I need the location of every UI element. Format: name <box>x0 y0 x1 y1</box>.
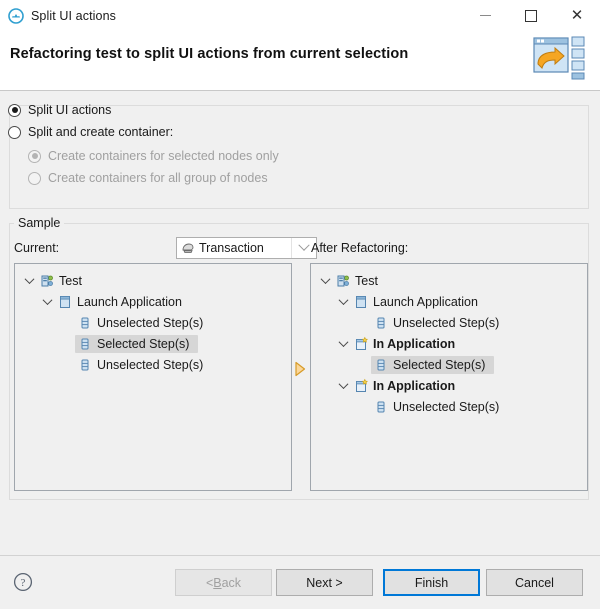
tree-node-label: Selected Step(s) <box>97 336 190 351</box>
tree-node[interactable]: Selected Step(s) <box>15 333 291 354</box>
radio-indicator-split-and-create-container <box>8 125 21 139</box>
chevron-down-icon[interactable] <box>39 294 55 310</box>
tree-node-label: Unselected Step(s) <box>97 357 204 372</box>
tree-node-label: Unselected Step(s) <box>97 315 204 330</box>
current-tree-panel[interactable]: Test Launch Application Unselected Step(s)… <box>14 263 292 491</box>
window-title: Split UI actions <box>31 8 116 23</box>
window-controls: ✕ <box>462 0 600 31</box>
tree-node-content: Unselected Step(s) <box>371 314 508 332</box>
new-application-icon <box>353 378 369 394</box>
tree-node[interactable]: Test <box>15 270 291 291</box>
application-icon <box>57 294 73 310</box>
tree-node[interactable]: Test <box>311 270 587 291</box>
chevron-down-icon[interactable] <box>317 273 333 289</box>
tree-node-label: In Application <box>373 378 456 393</box>
tree-node-label: In Application <box>373 336 456 351</box>
radio-label-split-and-create-container: Split and create container: <box>28 125 174 139</box>
test-icon <box>335 273 351 289</box>
dialog-body: Split UI actions Split and create contai… <box>0 91 600 556</box>
cancel-button[interactable]: Cancel <box>486 569 583 596</box>
next-button[interactable]: Next > <box>276 569 373 596</box>
chevron-down-icon[interactable] <box>335 378 351 394</box>
step-icon <box>373 315 389 331</box>
refactoring-wizard-banner-icon <box>522 28 590 90</box>
radio-indicator-all-group-of-nodes <box>28 171 41 185</box>
tree-node-content: Unselected Step(s) <box>371 398 508 416</box>
tree-node-content: Unselected Step(s) <box>75 314 212 332</box>
tree-node-content: Selected Step(s) <box>371 355 495 374</box>
radio-all-group-of-nodes[interactable]: Create containers for all group of nodes <box>28 171 268 185</box>
tree-node[interactable]: Launch Application <box>311 291 587 312</box>
after-refactoring-tree-label: After Refactoring: <box>311 241 409 255</box>
tree-node[interactable]: In Application <box>311 375 587 396</box>
step-icon <box>373 399 389 415</box>
radio-indicator-selected-nodes-only <box>28 149 41 163</box>
tree-node-content: Test <box>37 272 91 290</box>
arrow-right-icon <box>294 361 306 377</box>
tree-node[interactable]: Selected Step(s) <box>311 354 587 375</box>
tree-node-label: Unselected Step(s) <box>393 399 500 414</box>
application-icon <box>353 294 369 310</box>
step-icon <box>373 357 389 373</box>
radio-split-ui-actions[interactable]: Split UI actions <box>8 103 111 117</box>
radio-label-selected-nodes-only: Create containers for selected nodes onl… <box>48 149 279 163</box>
step-icon <box>77 315 93 331</box>
page-title: Refactoring test to split UI actions fro… <box>10 46 409 62</box>
chevron-down-icon[interactable] <box>335 294 351 310</box>
tree-node-content: In Application <box>351 377 464 395</box>
tree-node-label: Selected Step(s) <box>393 357 486 372</box>
split-ui-actions-icon <box>8 7 24 24</box>
test-icon <box>39 273 55 289</box>
title-bar: Split UI actions ✕ <box>0 0 600 31</box>
tree-node[interactable]: In Application <box>311 333 587 354</box>
minimize-icon[interactable] <box>462 0 508 31</box>
tree-node-label: Launch Application <box>77 294 182 309</box>
tree-node-content: Launch Application <box>55 293 191 311</box>
sample-group-legend: Sample <box>14 216 65 230</box>
finish-button[interactable]: Finish <box>383 569 480 596</box>
tree-node-label: Launch Application <box>373 294 478 309</box>
tree-node-content: Selected Step(s) <box>75 334 199 353</box>
tree-node-label: Unselected Step(s) <box>393 315 500 330</box>
svg-text:?: ? <box>21 577 26 589</box>
radio-selected-nodes-only[interactable]: Create containers for selected nodes onl… <box>28 149 279 163</box>
step-icon <box>77 357 93 373</box>
dialog-footer: ? < Back Next > Finish Cancel <box>0 555 600 609</box>
radio-split-and-create-container[interactable]: Split and create container: <box>8 125 173 139</box>
new-application-icon <box>353 336 369 352</box>
wizard-header: Refactoring test to split UI actions fro… <box>0 31 600 91</box>
after-refactoring-tree-list: Test Launch Application Unselected Step(s)… <box>311 264 587 417</box>
tree-node[interactable]: Unselected Step(s) <box>311 312 587 333</box>
back-button[interactable]: < Back <box>175 569 272 596</box>
tree-node-label: Test <box>59 273 82 288</box>
tree-node-content: In Application <box>351 335 464 353</box>
current-tree-label: Current: <box>14 241 60 255</box>
close-icon[interactable]: ✕ <box>554 0 600 31</box>
maximize-icon[interactable] <box>508 0 554 31</box>
tree-node-content: Launch Application <box>351 293 487 311</box>
tree-node[interactable]: Unselected Step(s) <box>311 396 587 417</box>
chevron-down-icon[interactable] <box>335 336 351 352</box>
chevron-down-icon[interactable] <box>21 273 37 289</box>
help-icon[interactable]: ? <box>13 572 33 592</box>
radio-indicator-split-ui-actions <box>8 103 21 117</box>
tree-node-content: Unselected Step(s) <box>75 356 212 374</box>
current-tree-list: Test Launch Application Unselected Step(s)… <box>15 264 291 375</box>
radio-label-split-ui-actions: Split UI actions <box>28 103 112 117</box>
tree-node-content: Test <box>333 272 387 290</box>
tree-node[interactable]: Launch Application <box>15 291 291 312</box>
tree-node-label: Test <box>355 273 378 288</box>
after-refactoring-tree-panel[interactable]: Test Launch Application Unselected Step(s)… <box>310 263 588 491</box>
tree-node[interactable]: Unselected Step(s) <box>15 312 291 333</box>
step-icon <box>77 336 93 352</box>
radio-label-all-group-of-nodes: Create containers for all group of nodes <box>48 171 268 185</box>
tree-node[interactable]: Unselected Step(s) <box>15 354 291 375</box>
